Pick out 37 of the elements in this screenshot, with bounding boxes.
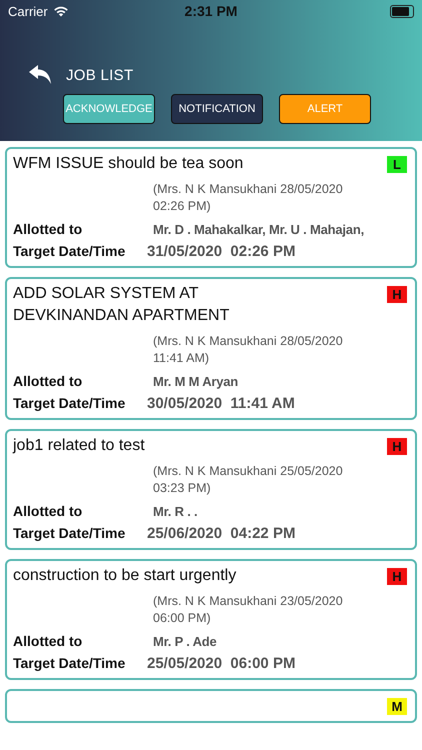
job-card[interactable]: job1 related to test H (Mrs. N K Mansukhani 25/05/2020 03:23 PM) Allotted to Mr. R . . Target Date/Time 25/06/2020 04:22 PM: [5, 429, 417, 550]
job-title: construction to be start urgently: [13, 566, 236, 586]
created-info: (Mrs. N K Mansukhani 23/05/2020 06:00 PM): [152, 593, 344, 627]
priority-badge: H: [387, 568, 407, 585]
wifi-icon: [52, 5, 69, 17]
priority-badge: L: [387, 156, 407, 173]
tab-button[interactable]: NOTIFICATION: [171, 94, 263, 124]
target-date-value: 25/05/2020 06:00 PM: [147, 655, 296, 672]
created-info: (Mrs. N K Mansukhani 28/05/2020 02:26 PM): [152, 181, 344, 215]
job-title: job1 related to test: [13, 436, 145, 456]
priority-badge: M: [387, 698, 407, 715]
allotted-value: Mr. D . Mahakalkar, Mr. U . Mahajan,: [153, 222, 364, 237]
allotted-value: Mr. R . .: [153, 504, 198, 519]
field-label: Allotted to: [13, 221, 84, 237]
field-label: Allotted to: [13, 503, 84, 519]
job-card[interactable]: construction to be start urgently H (Mrs. N K Mansukhani 23/05/2020 06:00 PM) Allotted to Mr. P . Ade Target Date/Time 25/05/2020 06:00 PM: [5, 559, 417, 680]
created-info: (Mrs. N K Mansukhani 25/05/2020 03:23 PM): [152, 463, 344, 497]
carrier-label: Carrier: [8, 4, 48, 18]
status-time: 2:31 PM: [184, 3, 238, 19]
target-date-value: 31/05/2020 02:26 PM: [147, 243, 296, 260]
job-card[interactable]: WFM ISSUE should be tea soon L (Mrs. N K Mansukhani 28/05/2020 02:26 PM) Allotted to Mr. D . Mahakalkar, Mr. U . Mahajan, Target Date/Time 31/05/2020 02:26 PM: [5, 147, 417, 268]
allotted-value: Mr. M M Aryan: [153, 374, 238, 389]
page-title: JOB LIST: [66, 66, 134, 84]
created-info: (Mrs. N K Mansukhani 28/05/2020 11:41 AM): [152, 333, 344, 367]
job-card[interactable]: ADD SOLAR SYSTEM AT DEVKINANDAN APARTMENT H (Mrs. N K Mansukhani 28/05/2020 11:41 AM) Allotted to Mr. M M Aryan Target Date/Time 30/05/2020 11:41 AM: [5, 277, 417, 420]
target-date-value: 30/05/2020 11:41 AM: [147, 395, 295, 412]
job-title: ADD SOLAR SYSTEM AT DEVKINANDAN APARTMENT: [13, 284, 230, 326]
target-date-value: 25/06/2020 04:22 PM: [147, 525, 296, 542]
job-card[interactable]: M: [5, 689, 417, 723]
priority-badge: H: [387, 438, 407, 455]
back-icon[interactable]: [28, 65, 52, 85]
job-title: WFM ISSUE should be tea soon: [13, 154, 244, 174]
field-label: Allotted to: [13, 373, 84, 389]
priority-badge: H: [387, 286, 407, 303]
allotted-value: Mr. P . Ade: [153, 634, 217, 649]
battery-icon: [390, 4, 414, 18]
field-label: Allotted to: [13, 633, 84, 649]
